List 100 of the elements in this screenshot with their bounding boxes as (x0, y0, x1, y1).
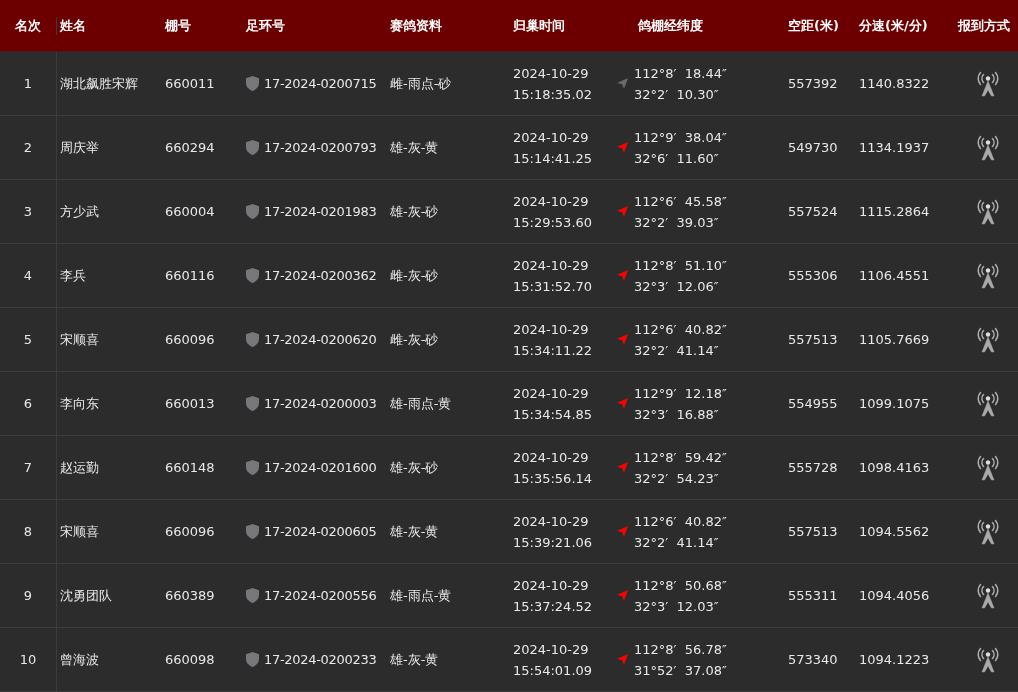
column-header: 姓名 (59, 16, 87, 35)
latitude: 32°2′ 39.03″ (634, 214, 720, 230)
pigeon-info-cell: 雄-灰-黄 (390, 650, 439, 669)
loft-cell: 660096 (165, 332, 215, 347)
name-cell: 李向东 (60, 394, 99, 413)
return-date: 2024-10-29 (513, 449, 589, 465)
speed-cell: 1099.1075 (859, 396, 930, 411)
pigeon-info-cell: 雌-雨点-砂 (390, 74, 452, 93)
distance-cell: 555728 (788, 460, 838, 475)
return-date: 2024-10-29 (513, 321, 589, 337)
antenna-tower-icon (975, 134, 1001, 161)
speed-cell: 1134.1937 (859, 140, 930, 155)
distance-cell: 555306 (788, 268, 838, 283)
pigeon-info-cell: 雄-灰-砂 (390, 202, 439, 221)
column-header: 鸽棚经纬度 (637, 16, 704, 35)
distance-cell: 573340 (788, 652, 838, 667)
loft-cell: 660389 (165, 588, 215, 603)
return-date: 2024-10-29 (513, 513, 589, 529)
return-time: 15:31:52.70 (513, 278, 593, 294)
name-cell: 周庆举 (60, 138, 99, 157)
latitude: 32°2′ 54.23″ (634, 470, 720, 486)
ring-number-cell: 17-2024-0200715 (264, 76, 377, 91)
antenna-tower-icon (975, 70, 1001, 97)
shield-icon (246, 396, 259, 411)
latitude: 31°52′ 37.08″ (634, 662, 727, 678)
loft-cell: 660096 (165, 524, 215, 539)
longitude: 112°8′ 51.10″ (634, 257, 727, 273)
column-header: 名次 (0, 16, 57, 35)
loft-cell: 660116 (165, 268, 215, 283)
ring-number-cell: 17-2024-0200003 (264, 396, 377, 411)
return-time: 15:37:24.52 (513, 598, 593, 614)
distance-cell: 557392 (788, 76, 838, 91)
column-header: 报到方式 (958, 16, 1011, 35)
return-time: 15:18:35.02 (513, 86, 593, 102)
pigeon-info-cell: 雄-雨点-黄 (390, 394, 452, 413)
rank-cell: 3 (23, 204, 33, 219)
name-cell: 李兵 (60, 266, 86, 285)
name-cell: 湖北飙胜宋辉 (60, 74, 138, 93)
antenna-tower-icon (975, 518, 1001, 545)
loft-cell: 660294 (165, 140, 215, 155)
name-cell: 沈勇团队 (60, 586, 112, 605)
speed-cell: 1094.4056 (859, 588, 930, 603)
column-header: 赛鸽资料 (389, 16, 443, 35)
ring-number-cell: 17-2024-0200605 (264, 524, 377, 539)
shield-icon (246, 76, 259, 91)
column-header: 足环号 (245, 16, 286, 35)
antenna-tower-icon (975, 390, 1001, 417)
loft-cell: 660013 (165, 396, 215, 411)
speed-cell: 1094.1223 (859, 652, 930, 667)
name-cell: 曾海波 (60, 650, 99, 669)
antenna-tower-icon (975, 326, 1001, 353)
longitude: 112°6′ 40.82″ (634, 321, 727, 337)
ring-number-cell: 17-2024-0200793 (264, 140, 377, 155)
rank-cell: 1 (23, 76, 33, 91)
latitude: 32°3′ 12.06″ (634, 278, 720, 294)
longitude: 112°9′ 38.04″ (634, 129, 727, 145)
latitude: 32°6′ 11.60″ (634, 150, 720, 166)
latitude: 32°2′ 41.14″ (634, 534, 720, 550)
return-time: 15:39:21.06 (513, 534, 593, 550)
distance-cell: 554955 (788, 396, 838, 411)
return-date: 2024-10-29 (513, 65, 589, 81)
distance-cell: 549730 (788, 140, 838, 155)
longitude: 112°8′ 59.42″ (634, 449, 727, 465)
latitude: 32°3′ 12.03″ (634, 598, 720, 614)
pigeon-info-cell: 雌-灰-砂 (390, 330, 439, 349)
antenna-tower-icon (975, 262, 1001, 289)
return-time: 15:35:56.14 (513, 470, 593, 486)
latitude: 32°3′ 16.88″ (634, 406, 720, 422)
latitude: 32°2′ 41.14″ (634, 342, 720, 358)
longitude: 112°6′ 45.58″ (634, 193, 727, 209)
ring-number-cell: 17-2024-0200620 (264, 332, 377, 347)
return-time: 15:14:41.25 (513, 150, 593, 166)
latitude: 32°2′ 10.30″ (634, 86, 720, 102)
longitude: 112°8′ 56.78″ (634, 641, 727, 657)
rank-cell: 4 (23, 268, 33, 283)
longitude: 112°9′ 12.18″ (634, 385, 727, 401)
longitude: 112°8′ 18.44″ (634, 65, 727, 81)
return-date: 2024-10-29 (513, 641, 589, 657)
shield-icon (246, 140, 259, 155)
return-date: 2024-10-29 (513, 129, 589, 145)
pigeon-info-cell: 雄-雨点-黄 (390, 586, 452, 605)
rank-cell: 8 (23, 524, 33, 539)
return-date: 2024-10-29 (513, 257, 589, 273)
return-time: 15:54:01.09 (513, 662, 593, 678)
name-cell: 方少武 (60, 202, 99, 221)
loft-cell: 660011 (165, 76, 215, 91)
name-cell: 赵运勤 (60, 458, 99, 477)
return-time: 15:34:54.85 (513, 406, 593, 422)
loft-cell: 660148 (165, 460, 215, 475)
distance-cell: 557524 (788, 204, 838, 219)
speed-cell: 1094.5562 (859, 524, 930, 539)
column-header: 归巢时间 (512, 16, 566, 35)
ring-number-cell: 17-2024-0200233 (264, 652, 377, 667)
pigeon-info-cell: 雌-灰-砂 (390, 266, 439, 285)
return-date: 2024-10-29 (513, 193, 589, 209)
ring-number-cell: 17-2024-0200556 (264, 588, 377, 603)
antenna-tower-icon (975, 582, 1001, 609)
ring-number-cell: 17-2024-0201983 (264, 204, 377, 219)
rank-cell: 7 (23, 460, 33, 475)
shield-icon (246, 460, 259, 475)
